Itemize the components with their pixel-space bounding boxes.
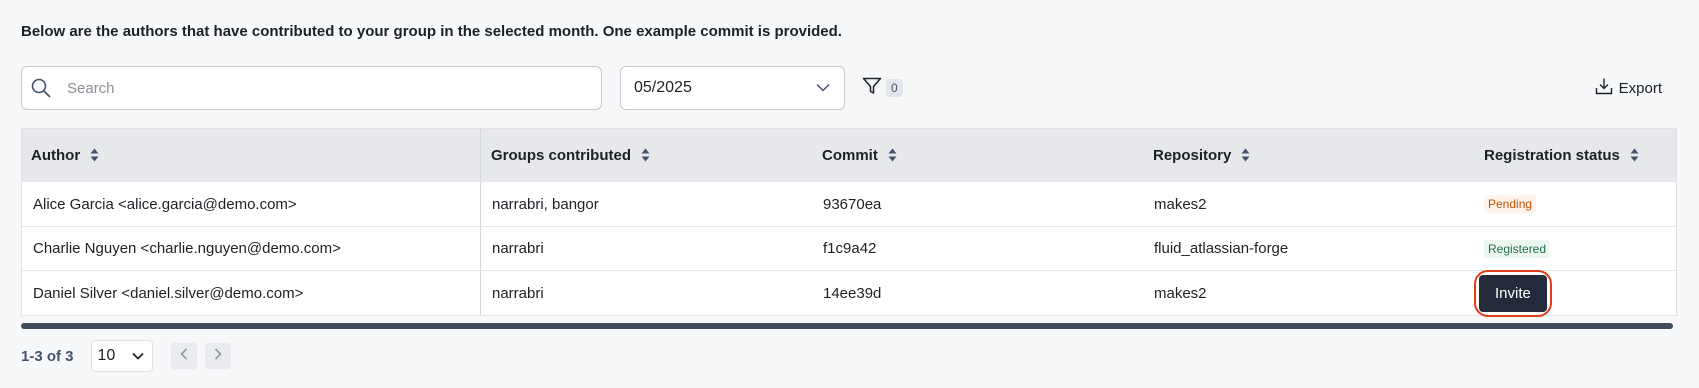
- download-icon: [1595, 77, 1613, 99]
- filter-icon: [862, 77, 882, 100]
- search-input[interactable]: [67, 79, 567, 97]
- chevron-right-icon: [214, 347, 222, 365]
- chevron-left-icon: [179, 347, 188, 365]
- previous-page-button[interactable]: [170, 343, 197, 369]
- month-select-value: 05/2025: [634, 79, 692, 96]
- search-box[interactable]: [21, 66, 602, 110]
- table-row: Charlie Nguyen <charlie.nguyen@demo.com>…: [22, 227, 1676, 271]
- status-cell: Registered: [1474, 227, 1676, 270]
- invite-highlight: Invite: [1474, 269, 1552, 317]
- search-icon: [30, 77, 52, 99]
- authors-table: Author Groups contributed Commit Reposit…: [21, 128, 1677, 317]
- sort-icon[interactable]: [1241, 148, 1250, 162]
- table-header-row: Author Groups contributed Commit Reposit…: [22, 129, 1676, 182]
- column-header-author[interactable]: Author: [22, 129, 481, 181]
- filter-button[interactable]: 0: [862, 76, 903, 100]
- horizontal-scrollbar[interactable]: [21, 323, 1673, 329]
- groups-cell: narrabri: [492, 240, 544, 257]
- column-header-groups[interactable]: Groups contributed: [481, 129, 812, 181]
- sort-icon[interactable]: [1630, 148, 1639, 162]
- groups-cell: narrabri, bangor: [492, 195, 599, 213]
- invite-button[interactable]: Invite: [1479, 274, 1547, 312]
- repository-cell: fluid_atlassian-forge: [1154, 240, 1289, 257]
- commit-cell: 14ee39d: [823, 284, 882, 302]
- table-row: Alice Garcia <alice.garcia@demo.com> nar…: [22, 182, 1676, 227]
- commit-cell: f1c9a42: [823, 240, 877, 257]
- page-size-value: 10: [97, 347, 116, 364]
- sort-icon[interactable]: [90, 148, 99, 162]
- filter-count-badge: 0: [886, 79, 903, 97]
- author-cell: Daniel Silver <daniel.silver@demo.com>: [22, 271, 481, 315]
- status-cell: Pending: [1474, 182, 1676, 226]
- column-header-repository[interactable]: Repository: [1143, 129, 1474, 181]
- sort-icon[interactable]: [888, 148, 897, 162]
- table-row: Daniel Silver <daniel.silver@demo.com> n…: [22, 269, 1676, 317]
- commit-cell: 93670ea: [823, 195, 882, 213]
- next-page-button[interactable]: [204, 343, 231, 369]
- column-header-registration-status[interactable]: Registration status: [1474, 129, 1676, 181]
- page-size-select[interactable]: 10: [90, 340, 153, 372]
- groups-cell: narrabri: [492, 284, 544, 302]
- chevron-down-icon: [131, 347, 144, 365]
- column-header-commit[interactable]: Commit: [812, 129, 1143, 181]
- author-cell: Alice Garcia <alice.garcia@demo.com>: [22, 182, 481, 226]
- status-badge: Registered: [1484, 239, 1551, 258]
- repository-cell: makes2: [1154, 195, 1207, 213]
- sort-icon[interactable]: [641, 148, 650, 162]
- chevron-down-icon: [816, 79, 830, 97]
- pagination: 1-3 of 3 10: [21, 340, 239, 372]
- export-button[interactable]: Export: [1595, 77, 1662, 99]
- pagination-range: 1-3 of 3: [21, 347, 74, 365]
- repository-cell: makes2: [1154, 284, 1207, 302]
- export-label: Export: [1618, 79, 1662, 97]
- status-badge: Pending: [1484, 195, 1537, 213]
- page-description: Below are the authors that have contribu…: [21, 23, 842, 40]
- author-cell: Charlie Nguyen <charlie.nguyen@demo.com>: [22, 227, 481, 270]
- month-select[interactable]: 05/2025: [620, 66, 845, 110]
- status-cell: Invite: [1474, 269, 1676, 317]
